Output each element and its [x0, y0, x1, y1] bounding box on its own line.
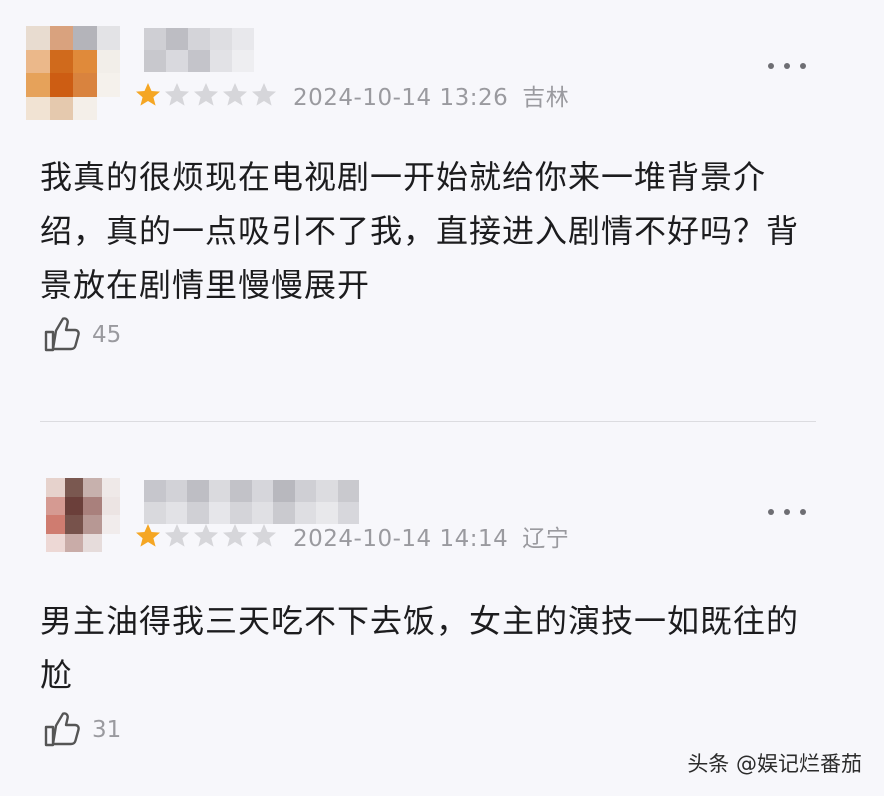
star-empty-icon	[165, 83, 189, 106]
star-filled-icon	[136, 524, 160, 547]
comment-card: 2024-10-14 14:14 辽宁 男主油得我三天吃不下去饭，女主的演技一如既…	[0, 424, 884, 796]
star-empty-icon	[194, 524, 218, 547]
username-blurred[interactable]	[144, 480, 359, 524]
thumbs-up-icon	[44, 317, 80, 352]
rating-row: 2024-10-14 13:26 吉林	[134, 78, 569, 112]
divider	[40, 421, 816, 422]
star-empty-icon	[223, 524, 247, 547]
more-button[interactable]	[768, 56, 806, 76]
more-button[interactable]	[768, 502, 806, 522]
avatar[interactable]	[26, 26, 120, 120]
star-empty-icon	[194, 83, 218, 106]
star-empty-icon	[223, 83, 247, 106]
comment-date: 2024-10-14 14:14	[293, 526, 509, 552]
star-empty-icon	[252, 83, 276, 106]
thumbs-up-icon	[44, 712, 80, 747]
like-count: 31	[92, 717, 122, 743]
star-empty-icon	[252, 524, 276, 547]
username-blurred[interactable]	[144, 28, 254, 72]
avatar[interactable]	[46, 478, 120, 552]
like-count: 45	[92, 322, 122, 348]
comment-card: 2024-10-14 13:26 吉林 我真的很烦现在电视剧一开始就给你来一堆背景…	[0, 0, 884, 420]
like-button[interactable]: 31	[42, 710, 121, 750]
comment-date: 2024-10-14 13:26	[293, 85, 509, 111]
more-dots-icon	[768, 63, 774, 69]
comment-location: 辽宁	[522, 526, 570, 552]
comment-meta: 2024-10-14 14:14 辽宁	[293, 519, 569, 553]
star-empty-icon	[165, 524, 189, 547]
comment-location: 吉林	[522, 85, 570, 111]
star-filled-icon	[136, 83, 160, 106]
comment-text: 我真的很烦现在电视剧一开始就给你来一堆背景介绍，真的一点吸引不了我，直接进入剧情…	[40, 158, 800, 304]
rating-row: 2024-10-14 14:14 辽宁	[134, 519, 569, 553]
comment-text: 男主油得我三天吃不下去饭，女主的演技一如既往的尬	[40, 602, 800, 694]
star-rating	[134, 522, 279, 550]
star-rating	[134, 81, 279, 109]
more-dots-icon	[768, 509, 774, 515]
comment-meta: 2024-10-14 13:26 吉林	[293, 78, 569, 112]
like-button[interactable]: 45	[42, 315, 121, 355]
watermark: 头条 @娱记烂番茄	[687, 752, 862, 776]
